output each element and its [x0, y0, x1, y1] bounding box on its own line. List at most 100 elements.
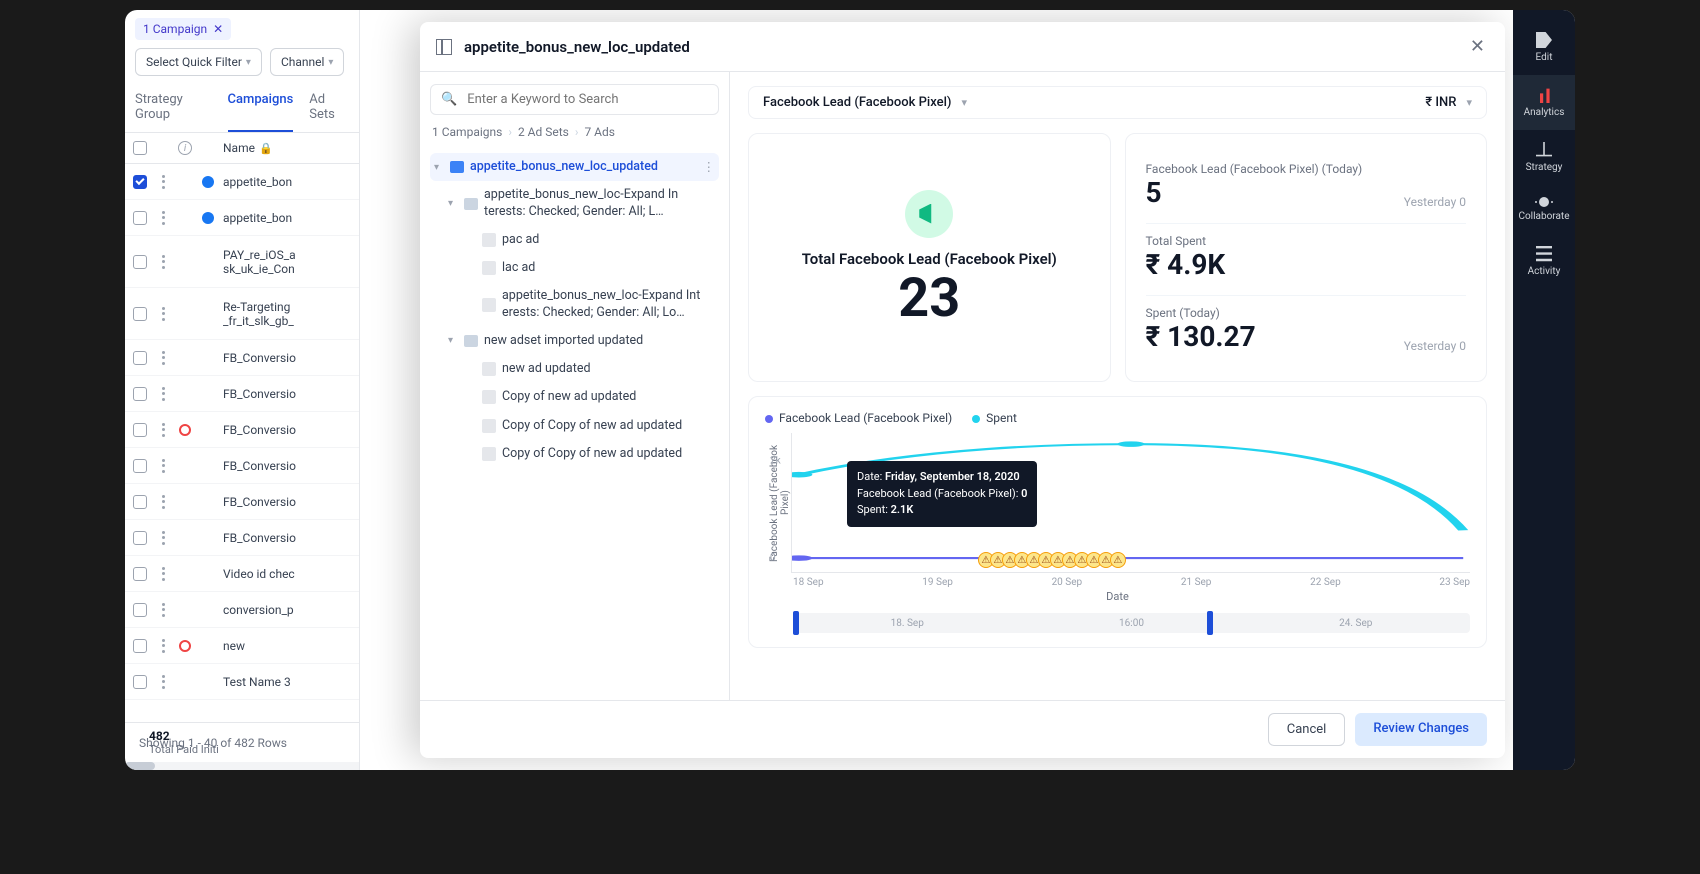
chevron-down-icon[interactable]: ▾: [434, 162, 444, 173]
table-row[interactable]: appetite_bon: [125, 200, 359, 236]
ad-icon: [482, 390, 496, 404]
select-all-checkbox[interactable]: [133, 141, 147, 155]
column-header-name[interactable]: Name 🔒: [219, 141, 359, 155]
close-icon[interactable]: ✕: [213, 22, 223, 36]
close-button[interactable]: ✕: [1466, 32, 1489, 61]
total-lead-card: Total Facebook Lead (Facebook Pixel) 23: [748, 133, 1111, 382]
row-checkbox[interactable]: [133, 459, 147, 473]
kebab-icon[interactable]: ⋮: [703, 159, 716, 175]
tab-campaigns[interactable]: Campaigns: [228, 84, 294, 132]
tree-ad[interactable]: lac ad: [430, 254, 719, 282]
rail-strategy[interactable]: Strategy: [1513, 130, 1575, 185]
table-row[interactable]: new: [125, 628, 359, 664]
row-checkbox[interactable]: [133, 531, 147, 545]
cancel-button[interactable]: Cancel: [1268, 713, 1346, 746]
tree-ad[interactable]: Copy of Copy of new ad updated: [430, 412, 719, 440]
kebab-icon[interactable]: [162, 423, 166, 437]
kebab-icon[interactable]: [162, 351, 166, 365]
row-checkbox[interactable]: [133, 423, 147, 437]
tag-icon: [1536, 32, 1552, 48]
kebab-icon[interactable]: [162, 639, 166, 653]
quick-filter-dropdown[interactable]: Select Quick Filter ▾: [135, 48, 262, 76]
rail-activity[interactable]: Activity: [1513, 234, 1575, 289]
table-row[interactable]: FB_Conversio: [125, 520, 359, 556]
tree-ad[interactable]: new ad updated: [430, 355, 719, 383]
tree-adset[interactable]: ▾ new adset imported updated: [430, 327, 719, 355]
row-checkbox[interactable]: [133, 675, 147, 689]
table-row[interactable]: FB_Conversio: [125, 376, 359, 412]
filter-chip[interactable]: 1 Campaign ✕: [135, 18, 231, 40]
table-row[interactable]: Video id chec: [125, 556, 359, 592]
row-name: new: [219, 639, 359, 653]
table-row[interactable]: FB_Conversio: [125, 448, 359, 484]
tree-campaign-root[interactable]: ▾ appetite_bonus_new_loc_updated ⋮: [430, 153, 719, 181]
table-row[interactable]: appetite_bon: [125, 164, 359, 200]
horizontal-scrollbar[interactable]: [125, 762, 359, 770]
row-name: FB_Conversio: [219, 531, 359, 545]
table-row[interactable]: conversion_p: [125, 592, 359, 628]
chevron-down-icon[interactable]: ▾: [448, 198, 458, 209]
kebab-icon[interactable]: [162, 603, 166, 617]
kebab-icon[interactable]: [162, 531, 166, 545]
row-checkbox[interactable]: [133, 175, 147, 189]
row-checkbox[interactable]: [133, 307, 147, 321]
kebab-icon[interactable]: [162, 675, 166, 689]
kebab-icon[interactable]: [162, 255, 166, 269]
rail-analytics[interactable]: Analytics: [1513, 75, 1575, 130]
tree-search[interactable]: 🔍: [430, 84, 719, 115]
date-range-slider[interactable]: 18. Sep 16:00 24. Sep: [793, 613, 1470, 633]
kebab-icon[interactable]: [162, 495, 166, 509]
kebab-icon[interactable]: [162, 459, 166, 473]
channel-dropdown[interactable]: Channel ▾: [270, 48, 345, 76]
row-checkbox[interactable]: [133, 495, 147, 509]
table-row[interactable]: FB_Conversio: [125, 412, 359, 448]
tree-ad[interactable]: Copy of Copy of new ad updated: [430, 440, 719, 468]
review-changes-button[interactable]: Review Changes: [1355, 713, 1487, 746]
tree-ad[interactable]: Copy of new ad updated: [430, 383, 719, 411]
facebook-icon: [202, 212, 214, 224]
row-name: PAY_re_iOS_a sk_uk_ie_Con: [219, 248, 359, 276]
folder-icon: [450, 161, 464, 173]
chart-plot[interactable]: 2k 0 ⚠⚠⚠⚠⚠⚠⚠⚠⚠⚠⚠⚠: [791, 433, 1470, 573]
x-tick: 23 Sep: [1439, 577, 1470, 588]
tab-strategy-group[interactable]: Strategy Group: [135, 84, 212, 132]
kebab-icon[interactable]: [162, 307, 166, 321]
rail-collaborate[interactable]: Collaborate: [1513, 185, 1575, 234]
row-checkbox[interactable]: [133, 211, 147, 225]
right-nav-rail: Edit Analytics Strategy Collaborate Acti…: [1513, 10, 1575, 770]
ad-tree-pane: 🔍 1 Campaigns› 2 Ad Sets› 7 Ads ▾ appeti…: [420, 72, 730, 700]
search-input[interactable]: [465, 91, 708, 108]
tree-ad[interactable]: pac ad: [430, 226, 719, 254]
ad-icon: [482, 261, 496, 275]
x-tick: 22 Sep: [1310, 577, 1341, 588]
tab-ad-sets[interactable]: Ad Sets: [309, 84, 349, 132]
rail-edit[interactable]: Edit: [1513, 20, 1575, 75]
kebab-icon[interactable]: [162, 175, 166, 189]
table-row[interactable]: Test Name 3: [125, 664, 359, 700]
tree-adset[interactable]: ▾ appetite_bonus_new_loc-Expand In teres…: [430, 181, 719, 226]
tree-ad[interactable]: appetite_bonus_new_loc-Expand Int erests…: [430, 282, 719, 327]
legend-spent: Spent: [972, 411, 1017, 425]
stat-row: Facebook Lead (Facebook Pixel) (Today)5Y…: [1146, 152, 1467, 219]
row-name: Re-Targeting _fr_it_slk_gb_: [219, 300, 359, 328]
table-row[interactable]: FB_Conversio: [125, 484, 359, 520]
row-checkbox[interactable]: [133, 639, 147, 653]
table-row[interactable]: PAY_re_iOS_a sk_uk_ie_Con: [125, 236, 359, 288]
row-checkbox[interactable]: [133, 387, 147, 401]
row-checkbox[interactable]: [133, 603, 147, 617]
chevron-down-icon[interactable]: ▾: [448, 335, 458, 346]
row-checkbox[interactable]: [133, 351, 147, 365]
row-checkbox[interactable]: [133, 567, 147, 581]
kebab-icon[interactable]: [162, 211, 166, 225]
metric-dropdown[interactable]: Facebook Lead (Facebook Pixel) ▾: [763, 95, 967, 110]
row-checkbox[interactable]: [133, 255, 147, 269]
scale-icon: [1536, 142, 1552, 158]
table-row[interactable]: Re-Targeting _fr_it_slk_gb_: [125, 288, 359, 340]
currency-dropdown[interactable]: ₹ INR ▾: [1425, 95, 1472, 110]
kebab-icon[interactable]: [162, 387, 166, 401]
table-row[interactable]: FB_Conversio: [125, 340, 359, 376]
x-tick: 20 Sep: [1052, 577, 1083, 588]
kebab-icon[interactable]: [162, 567, 166, 581]
panel-icon: [436, 39, 452, 55]
row-name: Video id chec: [219, 567, 359, 581]
